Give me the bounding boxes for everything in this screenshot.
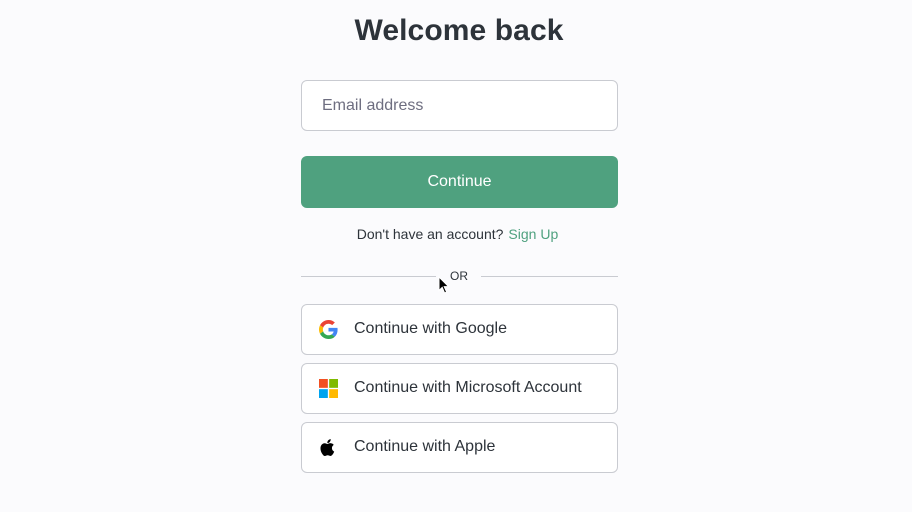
- google-signin-label: Continue with Google: [354, 320, 507, 337]
- signup-row: Don't have an account? Sign Up: [0, 226, 912, 242]
- apple-signin-label: Continue with Apple: [354, 438, 496, 455]
- apple-signin-button[interactable]: Continue with Apple: [301, 422, 618, 473]
- microsoft-signin-button[interactable]: Continue with Microsoft Account: [301, 363, 618, 414]
- divider-line-left: [301, 276, 436, 277]
- microsoft-logo-icon: [319, 379, 338, 398]
- apple-logo-icon: [319, 438, 338, 457]
- continue-button[interactable]: Continue: [301, 156, 618, 208]
- or-divider: OR: [301, 268, 618, 286]
- signup-link[interactable]: Sign Up: [508, 226, 558, 242]
- microsoft-signin-label: Continue with Microsoft Account: [354, 379, 582, 396]
- login-page: Welcome back Continue Don't have an acco…: [0, 0, 912, 512]
- page-title: Welcome back: [354, 14, 564, 47]
- divider-line-right: [481, 276, 618, 277]
- email-field[interactable]: [301, 80, 618, 131]
- signup-prompt: Don't have an account?: [356, 226, 504, 242]
- divider-label: OR: [450, 269, 468, 283]
- google-logo-icon: [319, 320, 338, 339]
- google-signin-button[interactable]: Continue with Google: [301, 304, 618, 355]
